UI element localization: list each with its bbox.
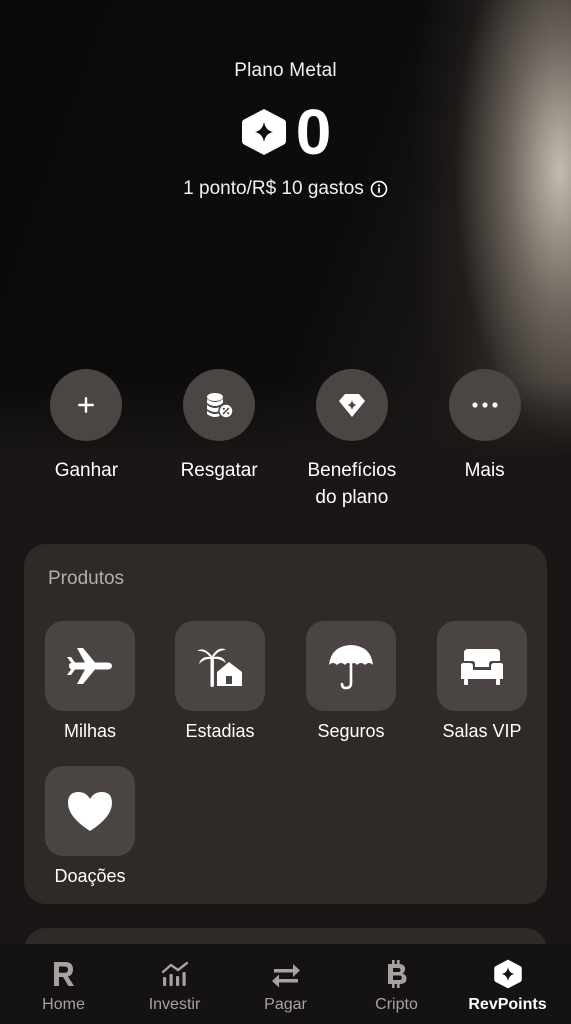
earn-button[interactable]: Ganhar <box>20 369 153 511</box>
plan-benefits-label: Benefícios do plano <box>307 460 397 508</box>
tab-revpoints[interactable]: RevPoints <box>456 944 560 1024</box>
bar-chart-icon <box>161 961 188 986</box>
coins-percent-icon <box>207 393 234 419</box>
product-insurance[interactable]: Seguros <box>301 621 401 742</box>
product-vip-lounges[interactable]: Salas VIP <box>432 621 532 742</box>
product-insurance-label: Seguros <box>317 721 385 741</box>
tab-home[interactable]: Home <box>12 944 116 1024</box>
more-dots-icon <box>472 402 498 408</box>
tab-invest-label: Investir <box>148 996 201 1013</box>
tab-revpoints-label: RevPoints <box>468 996 547 1013</box>
info-icon[interactable] <box>370 180 388 198</box>
tab-crypto[interactable]: Cripto <box>345 944 449 1024</box>
earn-label: Ganhar <box>54 460 119 481</box>
more-label: Mais <box>464 460 505 481</box>
airplane-icon <box>67 648 112 684</box>
plan-benefits-button[interactable]: Benefícios do plano <box>286 369 419 511</box>
tab-pay[interactable]: Pagar <box>234 944 338 1024</box>
products-card: Produtos Milhas Estadias Seguros Salas V… <box>24 544 547 904</box>
product-miles[interactable]: Milhas <box>40 621 140 742</box>
earn-rate-text: 1 ponto/R$ 10 gastos <box>183 178 364 199</box>
plan-name: Plano Metal <box>234 60 337 81</box>
heart-icon <box>68 792 112 831</box>
product-stays-label: Estadias <box>185 721 255 741</box>
product-vip-lounges-label: Salas VIP <box>442 721 522 741</box>
points-balance: 0 <box>0 100 571 164</box>
transfer-arrows-icon <box>271 964 300 988</box>
palm-house-icon <box>197 648 242 687</box>
tab-crypto-label: Cripto <box>375 996 418 1013</box>
tab-invest[interactable]: Investir <box>123 944 227 1024</box>
umbrella-icon <box>329 645 373 690</box>
products-title: Produtos <box>48 568 125 589</box>
points-value: 0 <box>295 96 332 168</box>
revolut-r-icon <box>53 962 74 986</box>
revpoints-icon <box>493 959 522 989</box>
quick-actions: Ganhar Resgatar Benefícios do plano Mais <box>20 369 551 511</box>
armchair-icon <box>461 649 503 685</box>
product-stays[interactable]: Estadias <box>170 621 270 742</box>
product-donations[interactable]: Doações <box>40 766 140 887</box>
redeem-label: Resgatar <box>180 460 258 481</box>
tab-home-label: Home <box>42 996 85 1013</box>
plus-icon <box>78 397 95 413</box>
more-button[interactable]: Mais <box>418 369 551 511</box>
bottom-tab-bar: Home Investir Pagar Cripto RevPoints <box>0 944 571 1024</box>
product-miles-label: Milhas <box>63 721 116 741</box>
points-header: Plano Metal 0 1 ponto/R$ 10 gastos <box>0 60 571 200</box>
product-donations-label: Doações <box>54 866 126 886</box>
bitcoin-icon <box>387 960 406 988</box>
revpoints-icon <box>241 109 286 155</box>
diamond-icon <box>338 394 365 417</box>
redeem-button[interactable]: Resgatar <box>153 369 286 511</box>
tab-pay-label: Pagar <box>264 996 307 1013</box>
